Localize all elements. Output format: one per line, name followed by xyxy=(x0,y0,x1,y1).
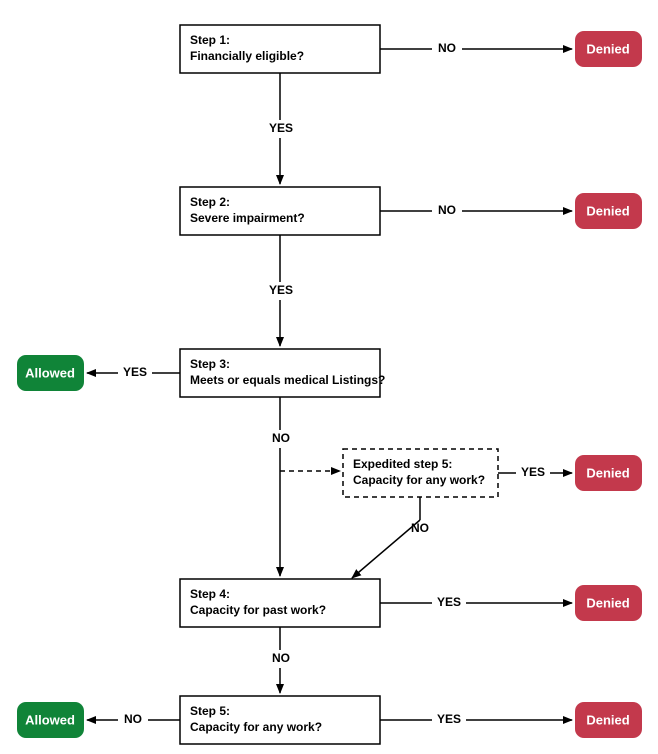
denied-step5-text: Denied xyxy=(586,712,629,727)
step5-sub: Capacity for any work? xyxy=(190,720,322,734)
denied-step4-text: Denied xyxy=(586,595,629,610)
label-step1-no: NO xyxy=(438,41,456,55)
label-step4-yes: YES xyxy=(437,595,461,609)
step2-sub: Severe impairment? xyxy=(190,211,305,225)
step5-title: Step 5: xyxy=(190,704,230,718)
flowchart: Step 1: Financially eligible? NO Denied … xyxy=(0,0,658,754)
allowed-step3-text: Allowed xyxy=(25,365,75,380)
label-expedited-no: NO xyxy=(411,521,429,535)
allowed-step5-text: Allowed xyxy=(25,712,75,727)
label-step1-yes: YES xyxy=(269,121,293,135)
label-step2-no: NO xyxy=(438,203,456,217)
expedited-sub: Capacity for any work? xyxy=(353,473,485,487)
denied-step2-text: Denied xyxy=(586,203,629,218)
step1-sub: Financially eligible? xyxy=(190,49,304,63)
label-step2-yes: YES xyxy=(269,283,293,297)
denied-step1-text: Denied xyxy=(586,41,629,56)
label-step3-no: NO xyxy=(272,431,290,445)
label-step5-yes: YES xyxy=(437,712,461,726)
step3-sub: Meets or equals medical Listings? xyxy=(190,373,385,387)
denied-expedited-text: Denied xyxy=(586,465,629,480)
step4-sub: Capacity for past work? xyxy=(190,603,326,617)
step1-title: Step 1: xyxy=(190,33,230,47)
label-expedited-yes: YES xyxy=(521,465,545,479)
step4-title: Step 4: xyxy=(190,587,230,601)
edge-expedited-no-diag xyxy=(352,520,420,578)
label-step3-yes: YES xyxy=(123,365,147,379)
step3-title: Step 3: xyxy=(190,357,230,371)
label-step5-no: NO xyxy=(124,712,142,726)
step2-title: Step 2: xyxy=(190,195,230,209)
label-step4-no: NO xyxy=(272,651,290,665)
expedited-title: Expedited step 5: xyxy=(353,457,452,471)
